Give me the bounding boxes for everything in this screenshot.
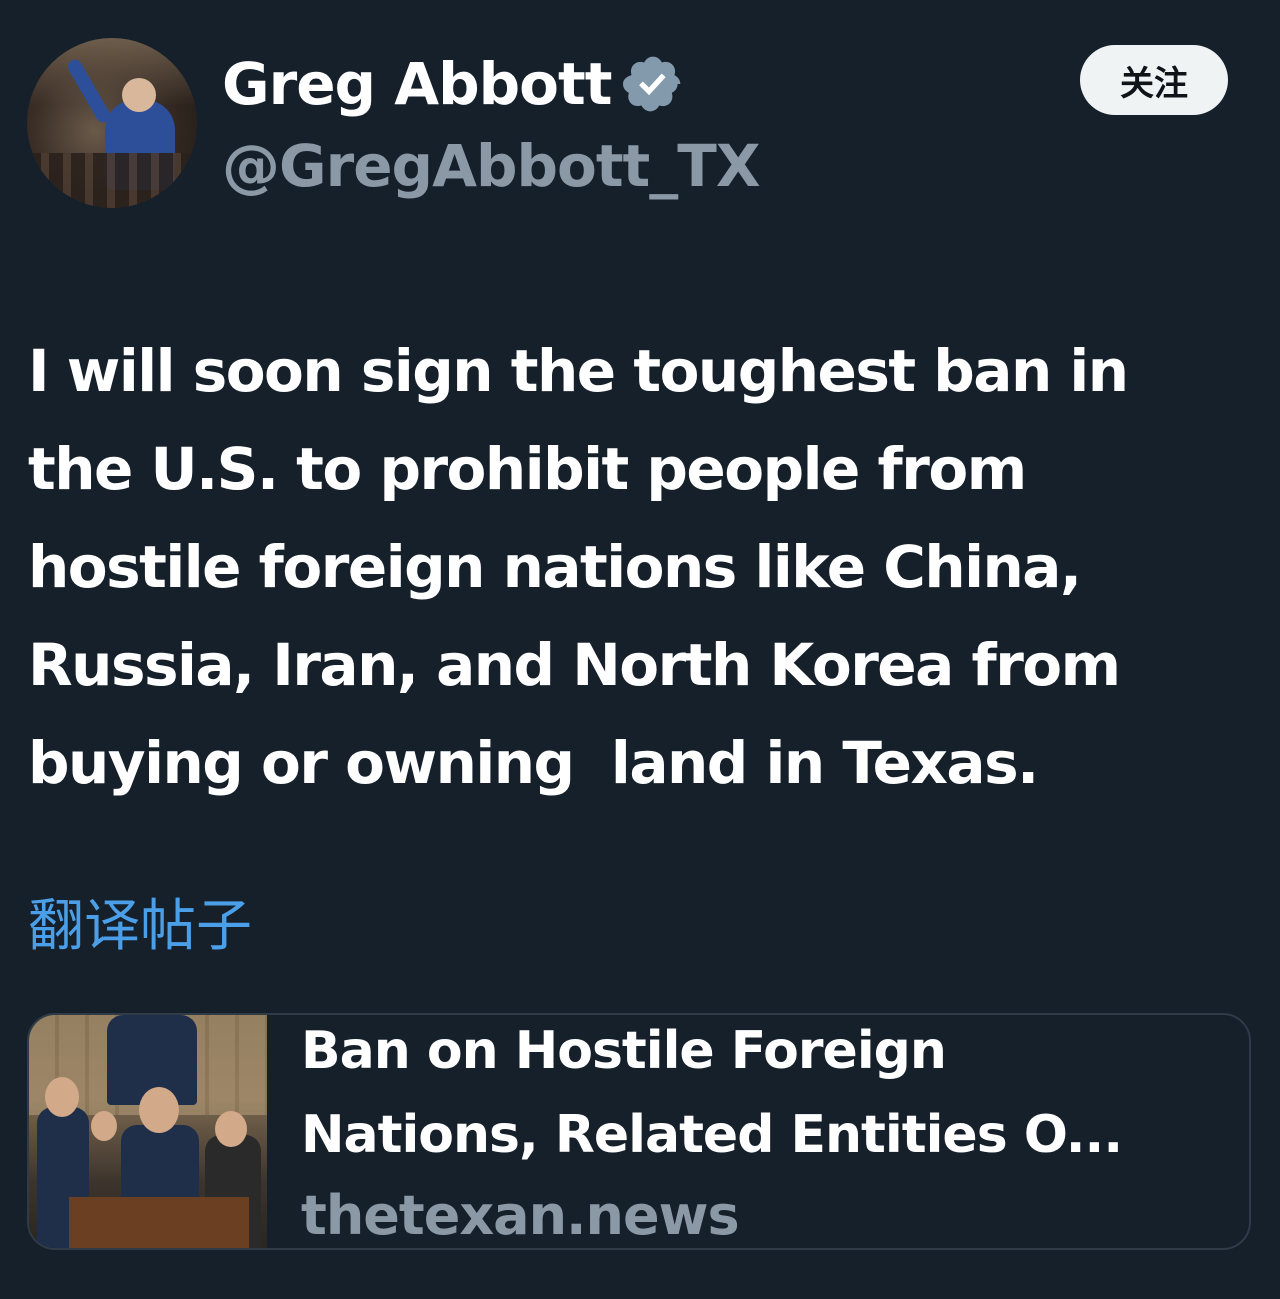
tweet-text-line: the U.S. to prohibit people from <box>28 435 1027 503</box>
tweet-text-line: I will soon sign the toughest ban in <box>28 337 1129 405</box>
translate-post-link[interactable]: 翻译帖子 <box>28 892 252 962</box>
author-handle[interactable]: @GregAbbott_TX <box>222 128 761 204</box>
thumbnail-face <box>215 1111 247 1147</box>
tweet-text-line: hostile foreign nations like China, <box>28 533 1082 601</box>
tweet-text-line: buying or owning land in Texas. <box>28 729 1039 797</box>
author-name-row[interactable]: Greg Abbott <box>222 44 685 124</box>
follow-button[interactable]: 关注 <box>1080 45 1228 115</box>
tweet-text: I will soon sign the toughest ban in the… <box>28 322 1258 812</box>
author-name[interactable]: Greg Abbott <box>222 44 612 124</box>
link-card-title[interactable]: Ban on Hostile Foreign Nations, Related … <box>301 1015 1231 1177</box>
thumbnail-face <box>91 1111 117 1141</box>
link-card-title-line: Ban on Hostile Foreign <box>301 1021 947 1081</box>
thumbnail-face <box>45 1077 79 1117</box>
link-card-thumbnail <box>29 1015 267 1248</box>
tweet-text-line: Russia, Iran, and North Korea from <box>28 631 1121 699</box>
link-card-title-line: Nations, Related Entities O... <box>301 1105 1123 1165</box>
verified-badge-icon <box>623 56 681 112</box>
link-card-domain: thetexan.news <box>301 1184 740 1247</box>
avatar-figure-head <box>122 78 156 112</box>
link-preview-card[interactable]: Ban on Hostile Foreign Nations, Related … <box>27 1013 1251 1250</box>
author-avatar[interactable] <box>27 38 197 208</box>
thumbnail-face <box>139 1087 179 1133</box>
avatar-crowd <box>27 153 197 208</box>
thumbnail-podium <box>69 1197 249 1248</box>
avatar-background <box>27 38 197 106</box>
